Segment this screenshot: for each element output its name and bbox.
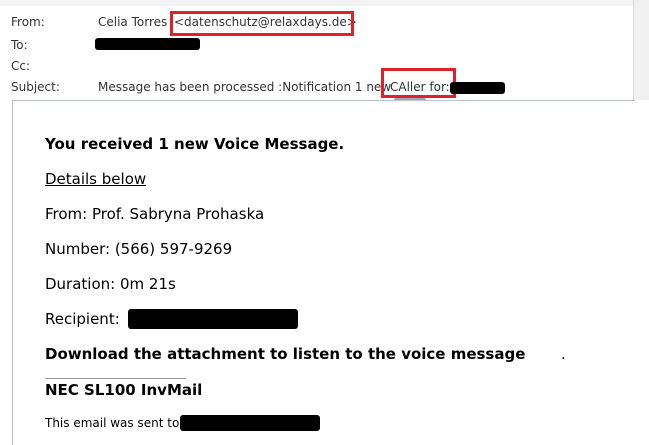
sender-email-highlight (170, 11, 354, 36)
email-header: From: Celia Torres <datenschutz@relaxday… (0, 0, 649, 100)
sender-name[interactable]: Celia Torres (98, 15, 167, 29)
signature-divider (45, 378, 186, 379)
from-label: From: (11, 15, 45, 29)
subject-redaction (450, 82, 505, 94)
recipient-label: Recipient: (45, 310, 120, 328)
recipient-redaction (128, 309, 298, 329)
download-period: . (561, 345, 566, 363)
to-label: To: (11, 38, 28, 52)
cc-label: Cc: (11, 59, 31, 73)
from-line: From: Prof. Sabryna Prohaska (45, 205, 265, 223)
duration-line: Duration: 0m 21s (45, 275, 176, 293)
footer-redaction (180, 415, 320, 431)
subject-text: Message has been processed :Notification… (98, 80, 392, 94)
header-scrollbar[interactable] (633, 0, 649, 100)
download-instruction: Download the attachment to listen to the… (45, 345, 526, 363)
number-line: Number: (566) 597-9269 (45, 240, 233, 258)
subject-caller-highlight (381, 68, 456, 98)
footer-text: This email was sent to (45, 416, 180, 430)
voice-message-headline: You received 1 new Voice Message. (45, 135, 345, 153)
to-recipient-redaction (95, 38, 200, 50)
subject-label: Subject: (11, 80, 60, 94)
signature: NEC SL100 InvMail (45, 381, 203, 399)
details-link[interactable]: Details below (45, 170, 146, 188)
header-top-strip (0, 0, 649, 6)
